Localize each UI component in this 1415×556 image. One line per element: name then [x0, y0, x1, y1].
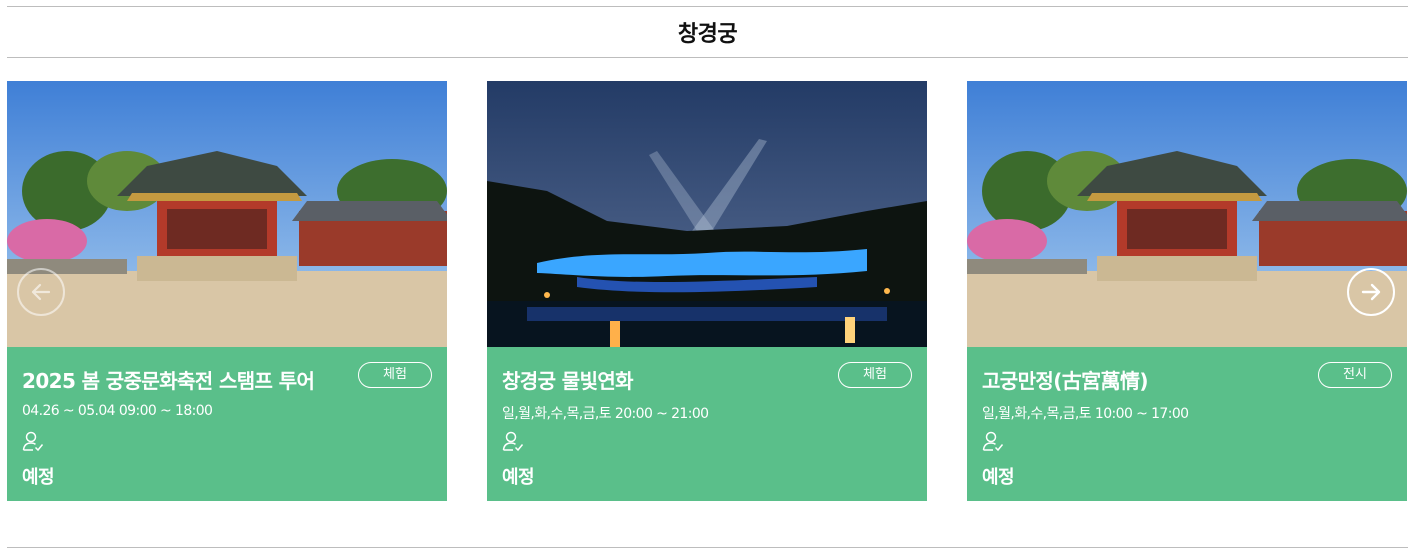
title-divider	[7, 57, 1408, 58]
card-title[interactable]: 고궁만정(古宮萬情)	[982, 365, 1148, 394]
card-info: 고궁만정(古宮萬情) 전시 일,월,화,수,목,금,토 10:00 ~ 17:0…	[967, 347, 1407, 501]
card-title[interactable]: 창경궁 물빛연화	[502, 365, 634, 394]
card-schedule: 04.26 ~ 05.04 09:00 ~ 18:00	[22, 403, 213, 419]
section-title: 창경궁	[677, 22, 738, 47]
card-info: 창경궁 물빛연화 체험 일,월,화,수,목,금,토 20:00 ~ 21:00 …	[487, 347, 927, 501]
program-card[interactable]: 창경궁 물빛연화 체험 일,월,화,수,목,금,토 20:00 ~ 21:00 …	[487, 81, 927, 501]
carousel-prev-button[interactable]	[17, 268, 65, 316]
card-image[interactable]	[487, 81, 927, 347]
user-check-icon	[502, 431, 524, 452]
card-image[interactable]	[7, 81, 447, 347]
carousel-next-button[interactable]	[1347, 268, 1395, 316]
card-status: 예정	[502, 467, 535, 488]
card-schedule: 일,월,화,수,목,금,토 20:00 ~ 21:00	[502, 406, 709, 422]
category-badge: 체험	[358, 362, 432, 388]
category-badge: 체험	[838, 362, 912, 388]
card-status: 예정	[982, 467, 1015, 488]
card-status: 예정	[22, 467, 55, 488]
palace-pavilion-image	[7, 81, 447, 347]
top-divider	[7, 6, 1408, 7]
night-light-show-image	[487, 81, 927, 347]
category-badge: 전시	[1318, 362, 1392, 388]
program-card[interactable]: 고궁만정(古宮萬情) 전시 일,월,화,수,목,금,토 10:00 ~ 17:0…	[967, 81, 1407, 501]
program-card[interactable]: 2025 봄 궁중문화축전 스탬프 투어 체험 04.26 ~ 05.04 09…	[7, 81, 447, 501]
bottom-divider	[7, 547, 1408, 548]
arrow-left-icon	[31, 283, 51, 301]
user-check-icon	[22, 431, 44, 452]
user-check-icon	[982, 431, 1004, 452]
card-schedule: 일,월,화,수,목,금,토 10:00 ~ 17:00	[982, 406, 1189, 422]
card-info: 2025 봄 궁중문화축전 스탬프 투어 체험 04.26 ~ 05.04 09…	[7, 347, 447, 501]
card-title[interactable]: 2025 봄 궁중문화축전 스탬프 투어	[22, 365, 315, 394]
card-image[interactable]	[967, 81, 1407, 347]
palace-pavilion-image	[967, 81, 1407, 347]
arrow-right-icon	[1361, 283, 1381, 301]
